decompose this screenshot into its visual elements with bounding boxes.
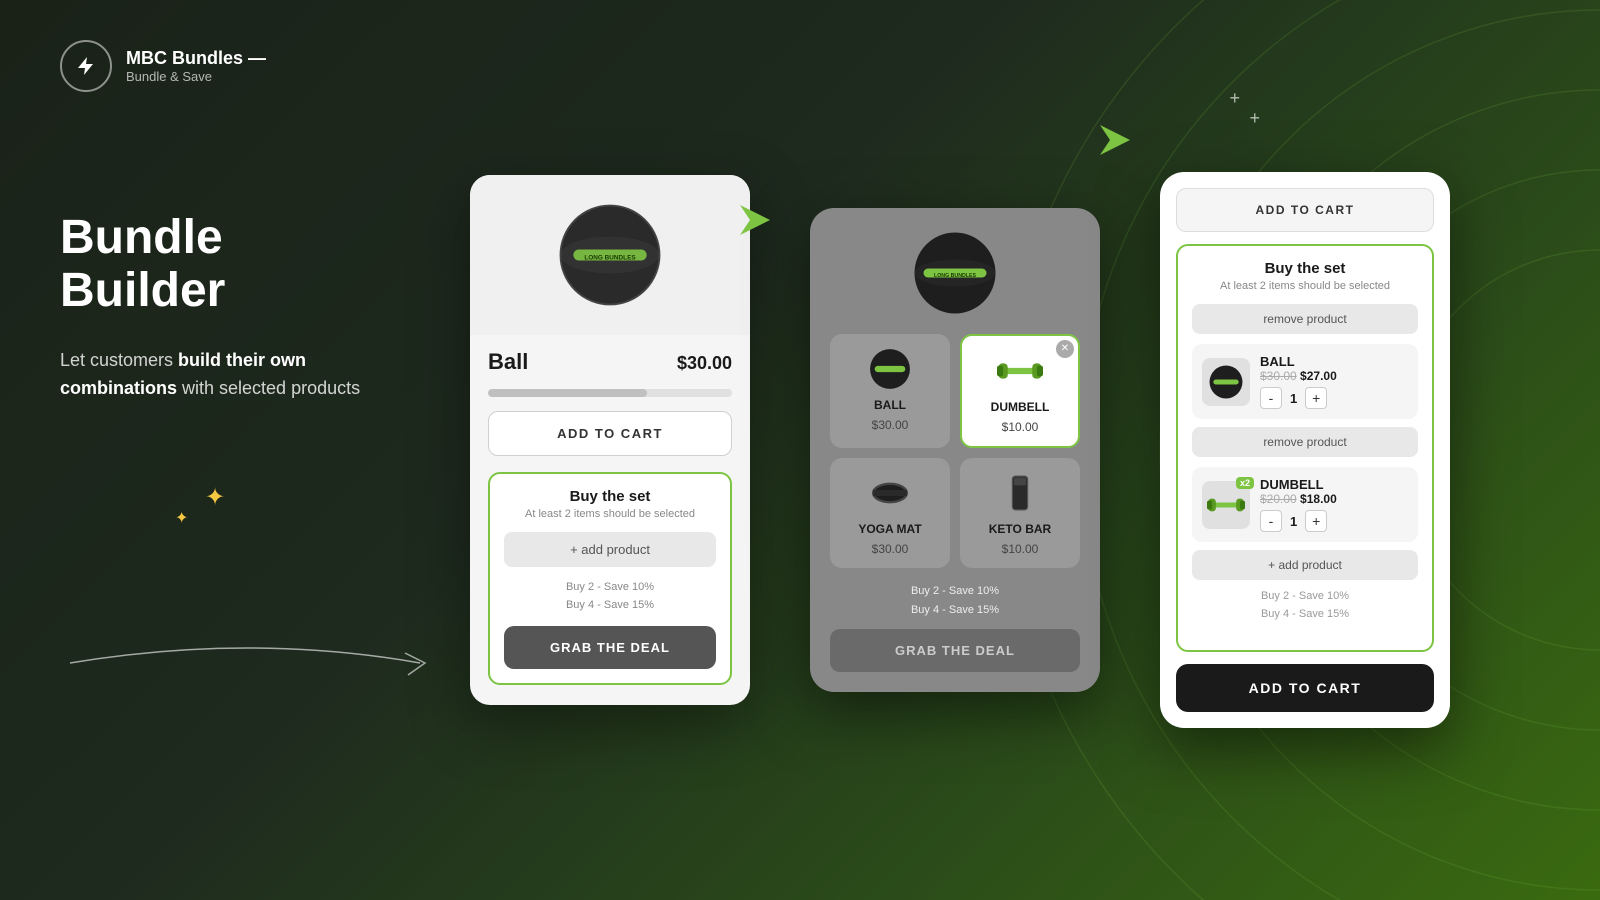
ball-image-large: LONG BUNDLES [555, 200, 665, 310]
card2-dumbell-name: DUMBELL [991, 400, 1050, 414]
card1-rating-bar [488, 389, 732, 397]
card3-dumbell-qty-control: - 1 + [1260, 510, 1408, 532]
card3-remove-product-1-button[interactable]: remove product [1192, 304, 1418, 334]
card3-dumbell-prices: $20.00 $18.00 [1260, 492, 1408, 506]
card3-savings: Buy 2 - Save 10% Buy 4 - Save 15% [1192, 588, 1418, 623]
card3-bundle-inner: Buy the set At least 2 items should be s… [1176, 244, 1434, 651]
card1-bundle-title: Buy the set [504, 488, 716, 505]
card2-product-yogamat[interactable]: YOGA MAT $30.00 [830, 458, 950, 568]
card2-dumbell-price: $10.00 [1002, 420, 1039, 434]
card1-grab-deal-button[interactable]: GRAB THE DEAL [504, 626, 716, 669]
card1-product-name: Ball [488, 349, 528, 375]
card1-product-price: $30.00 [677, 353, 732, 374]
card2-savings: Buy 2 - Save 10% Buy 4 - Save 15% [830, 582, 1080, 619]
card3-bundle-title: Buy the set [1192, 260, 1418, 277]
card3-ball-qty-plus[interactable]: + [1305, 387, 1327, 409]
sparkle-small: ✦ [175, 508, 188, 528]
svg-text:LONG BUNDLES: LONG BUNDLES [584, 254, 636, 261]
card3-ball-prices: $30.00 $27.00 [1260, 369, 1408, 383]
card1-rating-fill [488, 389, 647, 397]
card3-bottom: ADD TO CART [1160, 664, 1450, 728]
card2-ball-name: BALL [874, 398, 906, 412]
hero-description: Let customers build their own combinatio… [60, 346, 400, 404]
card2-ball-image: LONG BUNDLES [830, 228, 1080, 318]
card3-product-dumbell-row: x2 DUMBELL $20.00 $18.00 - 1 + [1192, 467, 1418, 542]
green-arrow-2 [1090, 115, 1140, 170]
logo-area: MBC Bundles — Bundle & Save [60, 40, 400, 92]
green-arrow-1 [730, 195, 780, 250]
sparkle-large: ✦ [205, 483, 225, 512]
card-bundle-detail: ADD TO CART Buy the set At least 2 items… [1160, 172, 1450, 727]
card1-bundle-subtitle: At least 2 items should be selected [504, 508, 716, 520]
cards-container: LONG BUNDLES Ball $30.00 ADD TO CART Buy… [430, 0, 1600, 900]
card2-product-dumbell[interactable]: ✕ DUMBELL $10.00 [960, 334, 1080, 448]
logo-circle [60, 40, 112, 92]
card3-dumbell-qty-minus[interactable]: - [1260, 510, 1282, 532]
card2-yogamat-price: $30.00 [872, 542, 909, 556]
card3-remove-product-2-button[interactable]: remove product [1192, 427, 1418, 457]
brand-name: MBC Bundles — [126, 48, 266, 69]
card1-add-product-button[interactable]: + add product [504, 532, 716, 567]
card-product-simple: LONG BUNDLES Ball $30.00 ADD TO CART Buy… [470, 175, 750, 705]
card3-bundle-sub: At least 2 items should be selected [1192, 280, 1418, 292]
logo-text: MBC Bundles — Bundle & Save [126, 48, 266, 84]
card-product-grid: LONG BUNDLES BALL $30.00 ✕ [810, 208, 1100, 692]
card3-dumbell-qty-value: 1 [1290, 514, 1297, 529]
card2-ball-svg: LONG BUNDLES [910, 228, 1000, 318]
card3-ball-icon [1207, 363, 1245, 401]
card3-dumbell-icon [1207, 486, 1245, 524]
card2-product-grid: BALL $30.00 ✕ DUMBELL $10.00 [830, 334, 1080, 568]
card2-ketobar-price: $10.00 [1002, 542, 1039, 556]
card1-bundle-savings: Buy 2 - Save 10% Buy 4 - Save 15% [504, 579, 716, 614]
card3-ball-thumb [1202, 358, 1250, 406]
logo-icon [74, 54, 98, 78]
card3-dumbell-name: DUMBELL [1260, 477, 1408, 492]
card2-product-ketobar[interactable]: KETO BAR $10.00 [960, 458, 1080, 568]
card2-dumbell-close[interactable]: ✕ [1056, 340, 1074, 358]
card3-dumbell-thumb-wrap: x2 [1202, 481, 1250, 529]
ball-icon-small [867, 346, 913, 392]
card3-add-to-cart-top-button[interactable]: ADD TO CART [1176, 188, 1434, 232]
svg-text:LONG BUNDLES: LONG BUNDLES [934, 273, 976, 279]
card2-yogamat-name: YOGA MAT [858, 522, 921, 536]
card3-ball-name: BALL [1260, 354, 1408, 369]
card2-ketobar-name: KETO BAR [989, 522, 1051, 536]
card3-add-to-cart-bottom-button[interactable]: ADD TO CART [1176, 664, 1434, 712]
yogamat-icon [867, 470, 913, 516]
card3-dumbell-detail: DUMBELL $20.00 $18.00 - 1 + [1260, 477, 1408, 532]
card3-ball-qty-control: - 1 + [1260, 387, 1408, 409]
ketobar-icon [997, 470, 1043, 516]
card1-product-info: Ball $30.00 [470, 335, 750, 389]
card1-add-to-cart-button[interactable]: ADD TO CART [488, 411, 732, 456]
card2-grab-deal-button[interactable]: GRAB THE DEAL [830, 629, 1080, 672]
card1-bundle-box: Buy the set At least 2 items should be s… [488, 472, 732, 685]
brand-tagline: Bundle & Save [126, 69, 266, 84]
card3-dumbell-badge: x2 [1236, 477, 1254, 489]
card3-ball-qty-minus[interactable]: - [1260, 387, 1282, 409]
card2-product-ball[interactable]: BALL $30.00 [830, 334, 950, 448]
hero-title: Bundle Builder [60, 212, 400, 318]
card3-ball-qty-value: 1 [1290, 391, 1297, 406]
card3-product-ball-row: BALL $30.00 $27.00 - 1 + [1192, 344, 1418, 419]
card1-image: LONG BUNDLES [470, 175, 750, 335]
card3-dumbell-qty-plus[interactable]: + [1305, 510, 1327, 532]
card3-add-product-button[interactable]: + add product [1192, 550, 1418, 580]
left-panel: MBC Bundles — Bundle & Save Bundle Build… [0, 0, 460, 900]
dumbell-icon [997, 348, 1043, 394]
arrow-decoration [60, 623, 400, 688]
card2-ball-price: $30.00 [872, 418, 909, 432]
card3-ball-detail: BALL $30.00 $27.00 - 1 + [1260, 354, 1408, 409]
